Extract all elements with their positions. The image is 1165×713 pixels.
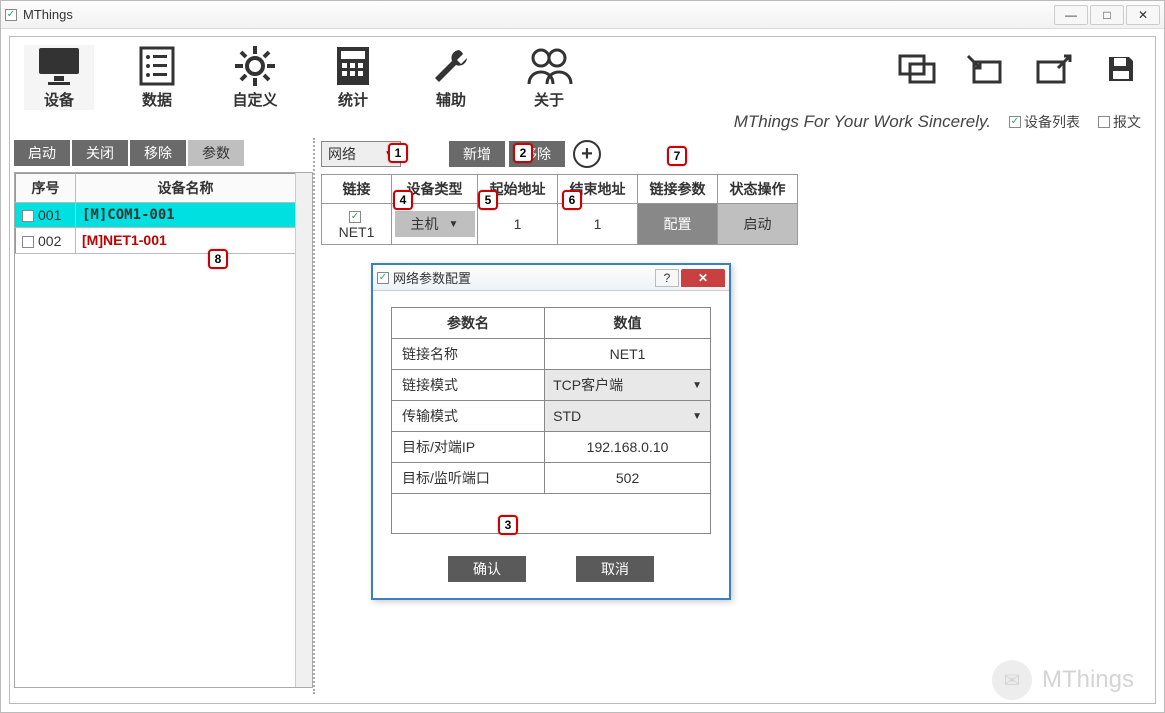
nav-tab-stats[interactable]: 统计 bbox=[318, 45, 388, 110]
nav-label: 关于 bbox=[534, 89, 564, 110]
action-button[interactable]: 启动 bbox=[718, 204, 798, 245]
list-icon bbox=[133, 45, 181, 87]
nav-tab-assist[interactable]: 辅助 bbox=[416, 45, 486, 110]
network-table: 链接 设备类型 起始地址 结束地址 链接参数 状态操作 NET1 主机▼ 1 1… bbox=[321, 174, 798, 245]
watermark-text: MThings bbox=[1042, 666, 1134, 694]
window-title: MThings bbox=[23, 7, 73, 22]
target-port-input[interactable]: 502 bbox=[545, 463, 711, 494]
callout-2: 2 bbox=[513, 143, 533, 163]
dialog-title-text: 网络参数配置 bbox=[393, 268, 471, 287]
config-button[interactable]: 配置 bbox=[638, 204, 718, 245]
ok-button[interactable]: 确认 bbox=[448, 556, 526, 582]
maximize-button[interactable]: □ bbox=[1090, 5, 1124, 25]
network-params-dialog: 网络参数配置 ? ✕ 参数名数值 链接名称NET1 链接模式TCP客户端▼ 传输… bbox=[371, 263, 731, 600]
param-row: 目标/对端IP192.168.0.10 bbox=[392, 432, 711, 463]
network-row[interactable]: NET1 主机▼ 1 1 配置 启动 bbox=[322, 204, 798, 245]
plus-icon[interactable]: + bbox=[573, 140, 601, 168]
cancel-button[interactable]: 取消 bbox=[576, 556, 654, 582]
link-name-input[interactable]: NET1 bbox=[545, 339, 711, 370]
nav-tab-device[interactable]: 设备 bbox=[24, 45, 94, 110]
callout-8: 8 bbox=[208, 249, 228, 269]
nav-label: 设备 bbox=[44, 89, 74, 110]
monitor-icon bbox=[35, 45, 83, 87]
callout-5: 5 bbox=[478, 190, 498, 210]
dialog-checkbox-icon bbox=[377, 272, 389, 284]
param-row: 链接名称NET1 bbox=[392, 339, 711, 370]
link-mode-select[interactable]: TCP客户端▼ bbox=[545, 370, 710, 400]
col-link: 链接 bbox=[322, 175, 392, 204]
gear-icon bbox=[231, 45, 279, 87]
left-panel: 启动 关闭 移除 参数 序号 设备名称 001 [M]COM1-001 bbox=[10, 138, 315, 694]
callout-1: 1 bbox=[388, 143, 408, 163]
device-row[interactable]: 002 [M]NET1-001 bbox=[16, 228, 296, 254]
param-row: 传输模式STD▼ bbox=[392, 401, 711, 432]
dialog-close-button[interactable]: ✕ bbox=[681, 269, 725, 287]
param-col-name: 参数名 bbox=[392, 308, 545, 339]
remove-button[interactable]: 移除 bbox=[130, 140, 186, 166]
callout-4: 4 bbox=[393, 190, 413, 210]
close-button[interactable]: 关闭 bbox=[72, 140, 128, 166]
wechat-icon: ✉ bbox=[992, 660, 1032, 700]
calculator-icon bbox=[329, 45, 377, 87]
param-col-value: 数值 bbox=[545, 308, 711, 339]
param-table: 参数名数值 链接名称NET1 链接模式TCP客户端▼ 传输模式STD▼ 目标/对… bbox=[391, 307, 711, 534]
device-table: 序号 设备名称 001 [M]COM1-001 002 [M]NET1-001 bbox=[15, 173, 296, 254]
nav-label: 辅助 bbox=[436, 89, 466, 110]
cascade-icon[interactable] bbox=[897, 51, 937, 87]
device-row[interactable]: 001 [M]COM1-001 bbox=[16, 203, 296, 228]
nav-tab-data[interactable]: 数据 bbox=[122, 45, 192, 110]
transport-mode-select[interactable]: STD▼ bbox=[545, 401, 710, 431]
target-ip-input[interactable]: 192.168.0.10 bbox=[545, 432, 711, 463]
param-row: 目标/监听端口502 bbox=[392, 463, 711, 494]
window-tools bbox=[897, 45, 1141, 87]
main-toolbar: 设备 数据 自定义 统计 辅助 bbox=[10, 37, 1155, 110]
nav-label: 统计 bbox=[338, 89, 368, 110]
titlebar: MThings — □ ✕ bbox=[1, 1, 1164, 29]
nav-tabs: 设备 数据 自定义 统计 辅助 bbox=[24, 45, 584, 110]
col-params: 链接参数 bbox=[638, 175, 718, 204]
nav-label: 数据 bbox=[142, 89, 172, 110]
wrench-icon bbox=[427, 45, 475, 87]
export-icon[interactable] bbox=[1033, 51, 1073, 87]
col-name: 设备名称 bbox=[76, 174, 296, 203]
nav-tab-about[interactable]: 关于 bbox=[514, 45, 584, 110]
params-button[interactable]: 参数 bbox=[188, 140, 244, 166]
users-icon bbox=[525, 45, 573, 87]
titlebar-checkbox-icon bbox=[5, 9, 17, 21]
col-no: 序号 bbox=[16, 174, 76, 203]
dialog-titlebar[interactable]: 网络参数配置 ? ✕ bbox=[373, 265, 729, 291]
callout-6: 6 bbox=[562, 190, 582, 210]
watermark: ✉ MThings bbox=[992, 660, 1134, 700]
close-window-button[interactable]: ✕ bbox=[1126, 5, 1160, 25]
left-button-row: 启动 关闭 移除 参数 bbox=[14, 138, 313, 172]
nav-tab-custom[interactable]: 自定义 bbox=[220, 45, 290, 110]
callout-7: 7 bbox=[667, 146, 687, 166]
nav-label: 自定义 bbox=[232, 89, 277, 110]
devtype-select[interactable]: 主机▼ bbox=[395, 211, 475, 237]
device-list-scroll[interactable]: 序号 设备名称 001 [M]COM1-001 002 [M]NET1-001 bbox=[14, 172, 313, 688]
save-icon[interactable] bbox=[1101, 51, 1141, 87]
import-icon[interactable] bbox=[965, 51, 1005, 87]
network-bar: 网络▼ 新增 移除 + bbox=[315, 138, 1155, 174]
col-action: 状态操作 bbox=[718, 175, 798, 204]
callout-3: 3 bbox=[498, 515, 518, 535]
app-window: MThings — □ ✕ 设备 数据 自定义 bbox=[0, 0, 1165, 713]
dialog-help-button[interactable]: ? bbox=[655, 269, 679, 287]
minimize-button[interactable]: — bbox=[1054, 5, 1088, 25]
message-checkbox[interactable]: 报文 bbox=[1098, 112, 1141, 132]
param-row: 链接模式TCP客户端▼ bbox=[392, 370, 711, 401]
device-list-checkbox[interactable]: 设备列表 bbox=[1009, 112, 1080, 132]
slogan-text: MThings For Your Work Sincerely. bbox=[734, 112, 991, 132]
add-button[interactable]: 新增 bbox=[449, 141, 505, 167]
start-button[interactable]: 启动 bbox=[14, 140, 70, 166]
slogan-row: MThings For Your Work Sincerely. 设备列表 报文 bbox=[10, 110, 1155, 138]
